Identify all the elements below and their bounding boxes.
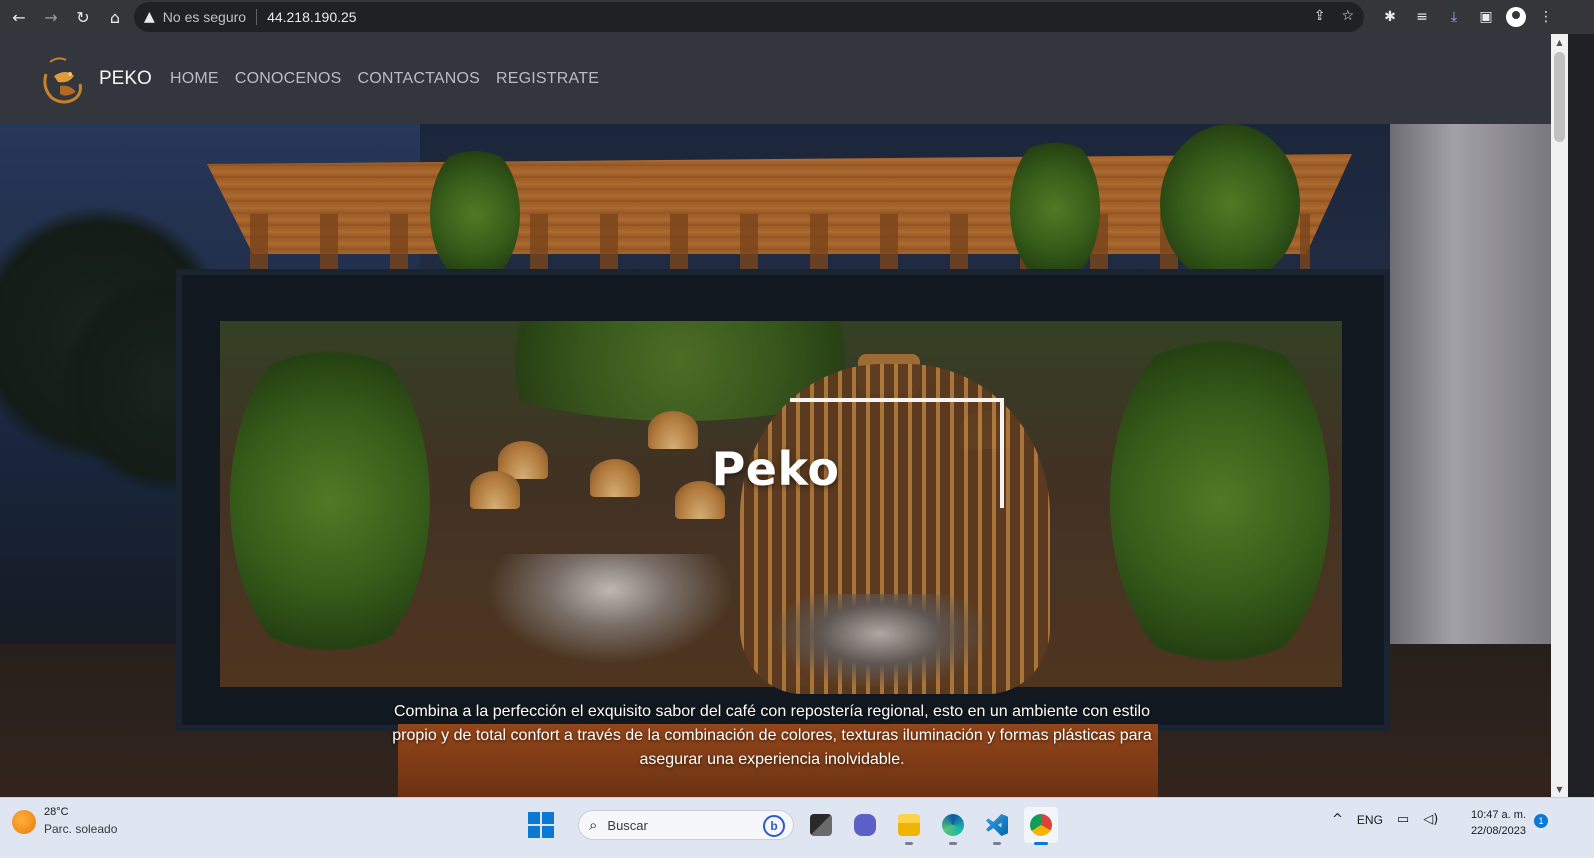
peko-logo-icon[interactable] — [36, 54, 86, 106]
bookmark-star-icon[interactable]: ☆ — [1341, 8, 1354, 24]
network-icon[interactable]: ▭ — [1397, 812, 1409, 827]
windows-start-icon[interactable] — [528, 812, 554, 838]
window-edge — [1568, 34, 1594, 797]
chevron-up-icon[interactable]: ^ — [1332, 812, 1343, 827]
browser-toolbar: ← → ↻ ⌂ ▲ No es seguro 44.218.190.25 ⇪ ☆… — [0, 0, 1594, 34]
address-bar[interactable]: ▲ No es seguro 44.218.190.25 ⇪ ☆ — [134, 2, 1364, 32]
reload-icon[interactable]: ↻ — [70, 4, 96, 30]
nav-conocenos[interactable]: CONOCENOS — [235, 70, 342, 88]
teams-chat-icon[interactable] — [848, 807, 882, 843]
page-viewport: PEKO HOME CONOCENOS CONTACTANOS REGISTRA… — [0, 34, 1551, 797]
scroll-thumb[interactable] — [1554, 52, 1565, 142]
download-icon[interactable]: ⤓ — [1442, 4, 1466, 30]
side-panel-icon[interactable]: ▣ — [1474, 4, 1498, 30]
weather-widget[interactable]: 28°C Parc. soleado — [12, 806, 117, 836]
url-text[interactable]: 44.218.190.25 — [267, 9, 357, 25]
chrome-browser-icon[interactable] — [1024, 807, 1058, 845]
clock[interactable]: 10:47 a. m. 22/08/2023 — [1462, 807, 1526, 839]
clock-time: 10:47 a. m. — [1470, 809, 1526, 821]
language-indicator[interactable]: ENG — [1357, 813, 1383, 827]
clock-date: 22/08/2023 — [1470, 825, 1526, 837]
file-explorer-icon[interactable] — [892, 807, 926, 845]
system-tray: ^ ENG ▭ ◁) — [1332, 812, 1438, 827]
volume-icon[interactable]: ◁) — [1423, 812, 1438, 827]
weather-condition: Parc. soleado — [44, 822, 118, 836]
search-icon: ⌕ — [589, 816, 598, 834]
forward-icon[interactable]: → — [38, 4, 64, 30]
nav-home[interactable]: HOME — [170, 70, 219, 88]
bing-icon[interactable]: b — [763, 815, 785, 837]
security-status[interactable]: No es seguro — [163, 9, 246, 25]
main-menu: HOME CONOCENOS CONTACTANOS REGISTRATE — [170, 70, 599, 88]
chrome-menu-icon[interactable]: ⋮ — [1534, 4, 1558, 30]
scroll-up-icon[interactable]: ▲ — [1551, 34, 1568, 50]
divider — [256, 9, 258, 25]
brand-name[interactable]: PEKO — [99, 68, 152, 90]
scroll-down-icon[interactable]: ▼ — [1551, 781, 1568, 797]
site-navbar: PEKO HOME CONOCENOS CONTACTANOS REGISTRA… — [0, 34, 1551, 124]
search-placeholder: Buscar — [607, 817, 648, 833]
profile-avatar[interactable] — [1506, 7, 1526, 27]
taskbar-apps: ⌕ Buscar b — [528, 807, 1058, 845]
hero-title: Peko — [711, 442, 840, 496]
extensions-icon[interactable]: ✱ — [1378, 4, 1402, 30]
media-controls-icon[interactable]: ≡ — [1410, 4, 1434, 30]
share-icon[interactable]: ⇪ — [1314, 8, 1326, 24]
hero-description: Combina a la perfección el exquisito sab… — [392, 703, 1152, 768]
nav-registrate[interactable]: REGISTRATE — [496, 70, 599, 88]
windows-taskbar: 28°C Parc. soleado ⌕ Buscar b ^ ENG ▭ ◁)… — [0, 797, 1594, 858]
edge-browser-icon[interactable] — [936, 807, 970, 845]
warning-icon[interactable]: ▲ — [144, 9, 155, 25]
back-icon[interactable]: ← — [6, 4, 32, 30]
nav-contactanos[interactable]: CONTACTANOS — [358, 70, 481, 88]
task-view-icon[interactable] — [804, 807, 838, 843]
home-icon[interactable]: ⌂ — [102, 4, 128, 30]
taskbar-search[interactable]: ⌕ Buscar b — [578, 810, 794, 840]
page-scrollbar[interactable]: ▲ ▼ — [1551, 34, 1568, 797]
temperature: 28°C — [44, 806, 69, 818]
notification-badge[interactable]: 1 — [1534, 814, 1548, 828]
partly-sunny-icon — [12, 810, 36, 834]
vscode-icon[interactable] — [980, 807, 1014, 845]
